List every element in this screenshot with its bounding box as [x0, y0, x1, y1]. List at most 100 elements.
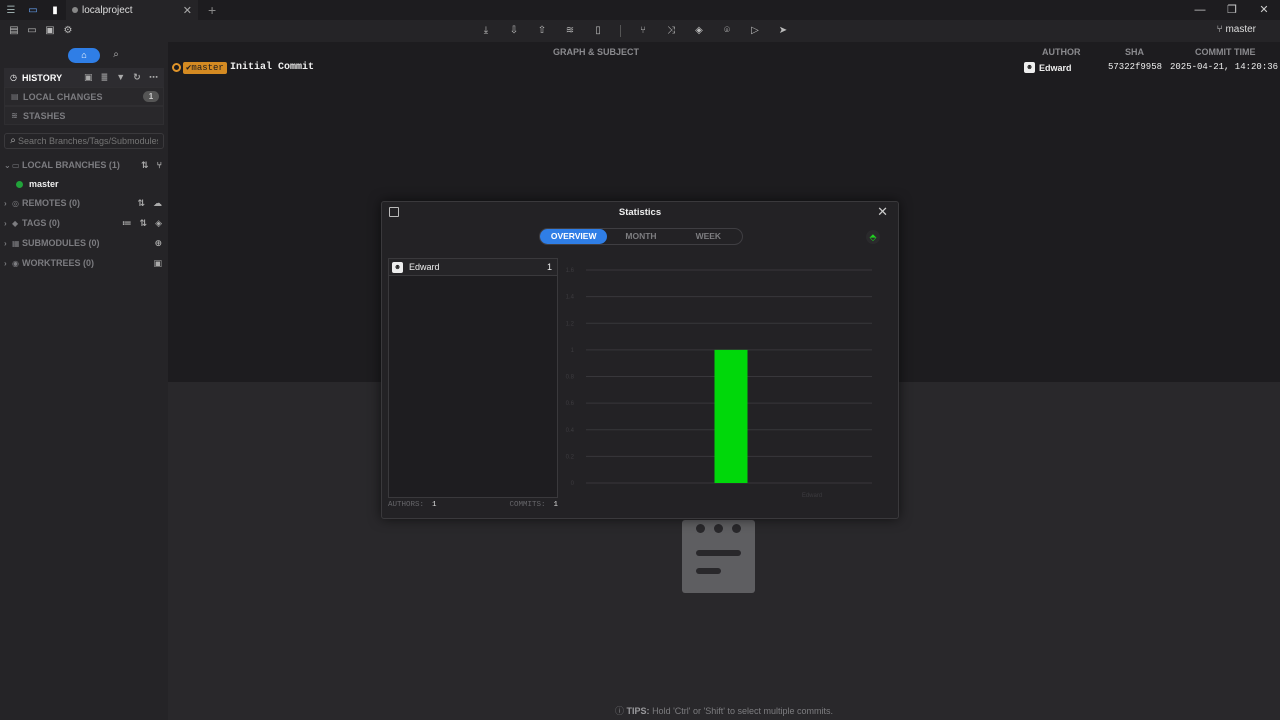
sidebar: ⌂ ⌕ ◷ HISTORY ▣ ≣ ▼ ↻ ⋯ ▤ LOCAL CHANGES …: [0, 42, 168, 720]
merge-icon[interactable]: ⤨: [665, 25, 677, 37]
more-icon[interactable]: ⋯: [149, 72, 158, 83]
chevron-right-icon: ›: [4, 198, 7, 208]
add-submodule-icon[interactable]: ⊕: [154, 238, 162, 249]
settings-icon[interactable]: ⚙: [62, 25, 74, 37]
fetch-icon[interactable]: ⤓: [480, 25, 492, 37]
tips-bar: ⓘ TIPS: Hold 'Ctrl' or 'Shift' to select…: [168, 704, 1280, 717]
tips-label: TIPS:: [626, 706, 650, 716]
tab-close-icon[interactable]: ✕: [183, 4, 192, 17]
filter-icon[interactable]: ▼: [116, 72, 125, 83]
title-bar: ☰ ▭ ▮ localproject ✕ + — ❐ ✕: [0, 0, 1280, 20]
stash-icon[interactable]: ≋: [564, 25, 576, 37]
add-remote-icon[interactable]: ☁: [153, 198, 162, 209]
authors-value: 1: [432, 501, 437, 509]
sidebar-group-remotes[interactable]: › ◎ REMOTES (0) ⇅ ☁: [0, 193, 168, 213]
y-tick-label: 0: [571, 481, 575, 487]
commit-list-header: GRAPH & SUBJECT AUTHOR SHA COMMIT TIME: [168, 42, 1280, 60]
sort-icon[interactable]: ⇅: [140, 218, 148, 229]
sidebar-item-label: STASHES: [23, 110, 66, 121]
header-graph-subject[interactable]: GRAPH & SUBJECT: [553, 47, 639, 57]
chevron-right-icon: ›: [4, 218, 7, 228]
header-commit-time[interactable]: COMMIT TIME: [1195, 47, 1256, 57]
tab-localproject[interactable]: localproject ✕: [66, 0, 198, 20]
minimize-button[interactable]: —: [1184, 0, 1216, 20]
sort-icon[interactable]: ⇅: [141, 160, 149, 171]
new-tag-icon[interactable]: ◈: [155, 218, 162, 229]
current-branch-indicator[interactable]: ⑂ master: [1217, 24, 1256, 35]
commit-row[interactable]: ✔master Initial Commit ☻ Edward 57322f99…: [168, 60, 1280, 77]
home-button[interactable]: ⌂: [68, 47, 100, 63]
repo-icon[interactable]: ▮: [44, 0, 66, 20]
header-author[interactable]: AUTHOR: [1042, 47, 1081, 57]
y-tick-label: 0.6: [566, 401, 575, 407]
changes-icon: ▤: [11, 92, 19, 101]
sidebar-group-tags[interactable]: › ◆ TAGS (0) ≔ ⇅ ◈: [0, 213, 168, 233]
cleanup-icon[interactable]: ◈: [693, 25, 705, 37]
branch-search-input[interactable]: [18, 136, 158, 146]
close-window-button[interactable]: ✕: [1248, 0, 1280, 20]
computer-icon: ▭: [12, 160, 20, 170]
globe-icon: ◎: [12, 198, 19, 208]
x-tick-label: Edward: [802, 493, 822, 499]
refresh-icon[interactable]: ↻: [133, 72, 141, 83]
header-sha[interactable]: SHA: [1125, 47, 1144, 57]
graph-node: [172, 63, 181, 72]
run-icon[interactable]: ▷: [749, 25, 761, 37]
sidebar-item-local-changes[interactable]: ▤ LOCAL CHANGES 1: [4, 87, 164, 106]
push-icon[interactable]: ⇧: [536, 25, 548, 37]
maximize-button[interactable]: ❐: [1216, 0, 1248, 20]
branch-icon: ⑂: [1216, 24, 1223, 35]
sidebar-group-submodules[interactable]: › ▦ SUBMODULES (0) ⊕: [0, 233, 168, 253]
search-icon[interactable]: ⌕: [110, 49, 122, 61]
sort-icon[interactable]: ⇅: [137, 198, 145, 209]
sidebar-branch-master[interactable]: master: [0, 175, 168, 193]
new-tab-button[interactable]: +: [208, 2, 216, 18]
close-icon[interactable]: ✕: [877, 204, 888, 220]
sidebar-item-label: LOCAL CHANGES: [23, 91, 103, 102]
chart-bar[interactable]: [714, 349, 748, 483]
terminal-icon[interactable]: ▭: [26, 25, 38, 37]
new-branch-icon[interactable]: ⑂: [157, 160, 162, 171]
statistics-icon[interactable]: ▣: [44, 25, 56, 37]
sidebar-group-worktrees[interactable]: › ◉ WORKTREES (0) ▣: [0, 253, 168, 273]
menu-icon[interactable]: ☰: [0, 0, 22, 20]
pull-icon[interactable]: ⇩: [508, 25, 520, 37]
chevron-right-icon: ›: [4, 258, 7, 268]
author-name: Edward: [1039, 62, 1072, 73]
y-tick-label: 1: [571, 348, 575, 354]
home-icon: ⌂: [81, 50, 87, 60]
authors-label: AUTHORS:: [388, 501, 425, 509]
commit-subject: Initial Commit: [230, 62, 315, 73]
branch-search-box: ⌕: [4, 133, 164, 149]
workspace-icon[interactable]: ▭: [22, 0, 44, 20]
layout-icon[interactable]: ▣: [84, 72, 93, 83]
tab-month[interactable]: MONTH: [607, 229, 674, 244]
open-folder-icon[interactable]: ▤: [8, 25, 20, 37]
add-worktree-icon[interactable]: ▣: [153, 258, 162, 269]
color-toggle-icon[interactable]: ⬘: [866, 230, 880, 244]
sidebar-group-local-branches[interactable]: ⌄ ▭ LOCAL BRANCHES (1) ⇅ ⑂: [0, 155, 168, 175]
apply-patch-icon[interactable]: ▯: [592, 25, 604, 37]
send-icon[interactable]: ➤: [777, 25, 789, 37]
stash-icon: ≋: [11, 111, 18, 120]
list-icon[interactable]: ≣: [101, 72, 109, 83]
commits-value: 1: [553, 501, 558, 509]
new-branch-icon[interactable]: ⑂: [637, 25, 649, 37]
window-controls: — ❐ ✕: [1184, 0, 1280, 20]
commit-sha: 57322f9958: [1108, 62, 1163, 72]
tag-icon: ◆: [12, 218, 19, 228]
author-commit-count: 1: [546, 262, 552, 272]
sidebar-item-stashes[interactable]: ≋ STASHES: [4, 106, 164, 125]
tab-week[interactable]: WEEK: [675, 229, 742, 244]
sidebar-item-history[interactable]: ◷ HISTORY ▣ ≣ ▼ ↻ ⋯: [4, 68, 164, 87]
tree-view-icon[interactable]: ≔: [122, 218, 132, 229]
tab-overview[interactable]: OVERVIEW: [540, 229, 608, 244]
branch-name: master: [29, 179, 59, 189]
ref-label: master: [191, 63, 224, 73]
group-label: TAGS (0): [22, 218, 60, 228]
list-item[interactable]: ☻ Edward 1: [389, 259, 557, 276]
y-tick-label: 1.4: [566, 295, 575, 301]
search-commit-icon[interactable]: ⌾: [721, 25, 733, 37]
tips-text: Hold 'Ctrl' or 'Shift' to select multipl…: [652, 706, 833, 716]
local-changes-badge: 1: [143, 91, 159, 102]
